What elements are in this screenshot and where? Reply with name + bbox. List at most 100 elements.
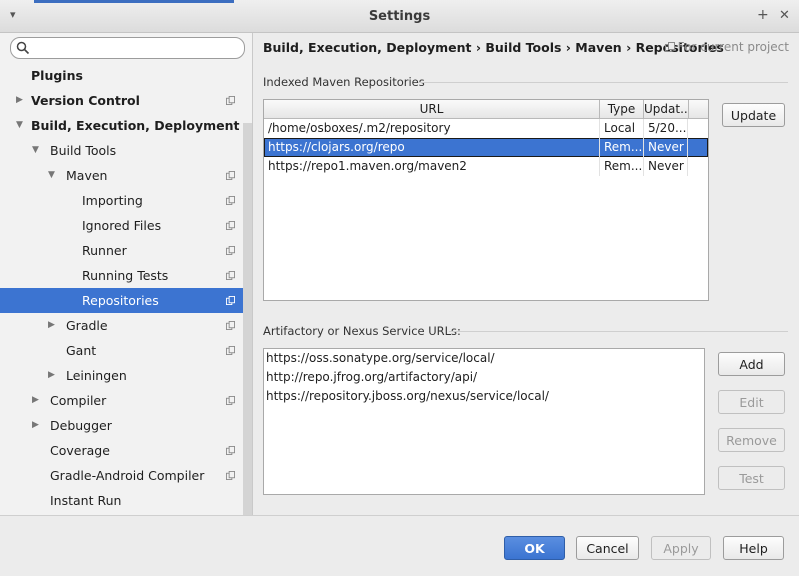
indexed-repos-heading: Indexed Maven Repositories bbox=[263, 75, 425, 89]
table-cell-type: Local bbox=[600, 119, 644, 138]
breadcrumb-separator: › bbox=[565, 40, 571, 55]
tree-item-label: Build Tools bbox=[50, 143, 117, 158]
help-button[interactable]: Help bbox=[723, 536, 784, 560]
tree-item-label: Gradle bbox=[66, 318, 108, 333]
project-scope-icon bbox=[226, 471, 235, 480]
tree-item[interactable]: Importing bbox=[0, 188, 244, 213]
tree-item-label: Ignored Files bbox=[82, 218, 162, 233]
tree-item-label: Debugger bbox=[50, 418, 112, 433]
apply-button[interactable]: Apply bbox=[651, 536, 711, 560]
sidebar-scrollbar[interactable] bbox=[243, 123, 252, 515]
column-header-updated[interactable]: Updat... bbox=[644, 100, 689, 118]
tree-item[interactable]: Runner bbox=[0, 238, 244, 263]
collapse-arrow-icon[interactable]: ▶ bbox=[32, 388, 39, 413]
tree-item-label: Gradle-Android Compiler bbox=[50, 468, 205, 483]
search-input[interactable] bbox=[10, 37, 245, 59]
tree-item[interactable]: ▼ Build, Execution, Deployment bbox=[0, 113, 244, 138]
column-header-url[interactable]: URL bbox=[264, 100, 600, 118]
section-divider bbox=[449, 331, 788, 332]
tree-item[interactable]: Gradle-Android Compiler bbox=[0, 463, 244, 488]
table-cell-url: https://clojars.org/repo bbox=[264, 138, 600, 157]
title-accent-strip bbox=[34, 0, 234, 3]
breadcrumb-item: Build, Execution, Deployment bbox=[263, 40, 472, 55]
tree-item-label: Leiningen bbox=[66, 368, 127, 383]
project-scope-icon bbox=[226, 271, 235, 280]
search-icon bbox=[16, 41, 30, 55]
tree-item-label: Compiler bbox=[50, 393, 107, 408]
tree-item[interactable]: ▶ Debugger bbox=[0, 413, 244, 438]
list-item[interactable]: http://repo.jfrog.org/artifactory/api/ bbox=[266, 368, 477, 387]
tree-item-label: Importing bbox=[82, 193, 143, 208]
tree-item[interactable]: ▼ Build Tools bbox=[0, 138, 244, 163]
tree-item[interactable]: ▶ Version Control bbox=[0, 88, 244, 113]
remove-button[interactable]: Remove bbox=[718, 428, 785, 452]
add-button[interactable]: Add bbox=[718, 352, 785, 376]
project-scope-icon bbox=[226, 446, 235, 455]
tree-item-label: Build, Execution, Deployment bbox=[31, 118, 240, 133]
tree-item-label: Version Control bbox=[31, 93, 140, 108]
tree-item[interactable]: ▼ Maven bbox=[0, 163, 244, 188]
project-scope-icon bbox=[226, 296, 235, 305]
scope-indicator: For current project bbox=[664, 40, 789, 54]
table-header: URL Type Updat... bbox=[264, 100, 708, 119]
tree-item[interactable]: Running Tests bbox=[0, 263, 244, 288]
collapse-arrow-icon[interactable]: ▶ bbox=[32, 413, 39, 438]
column-header-type[interactable]: Type bbox=[600, 100, 644, 118]
tree-item[interactable]: ▶ Gradle bbox=[0, 313, 244, 338]
table-cell-type: Rem... bbox=[600, 138, 644, 157]
tree-item[interactable]: Instant Run bbox=[0, 488, 244, 513]
tree-item[interactable]: ▶ Compiler bbox=[0, 388, 244, 413]
project-scope-icon bbox=[664, 42, 675, 52]
tree-item[interactable]: Coverage bbox=[0, 438, 244, 463]
tree-item-label: Plugins bbox=[31, 68, 83, 83]
table-cell-url: /home/osboxes/.m2/repository bbox=[264, 119, 600, 138]
table-cell-url: https://repo1.maven.org/maven2 bbox=[264, 157, 600, 176]
tree-item-label: Running Tests bbox=[82, 268, 169, 283]
tree-item[interactable]: Repositories bbox=[0, 288, 244, 313]
service-url-list: https://oss.sonatype.org/service/local/ … bbox=[263, 348, 705, 495]
tree-item-label: Instant Run bbox=[50, 493, 122, 508]
section-divider bbox=[418, 82, 788, 83]
update-button[interactable]: Update bbox=[722, 103, 785, 127]
edit-button[interactable]: Edit bbox=[718, 390, 785, 414]
cancel-button[interactable]: Cancel bbox=[576, 536, 639, 560]
table-cell-updated: Never bbox=[644, 138, 688, 157]
list-item[interactable]: https://oss.sonatype.org/service/local/ bbox=[266, 349, 495, 368]
tree-item[interactable]: ▶ Leiningen bbox=[0, 363, 244, 388]
expand-arrow-icon[interactable]: ▼ bbox=[16, 113, 23, 138]
expand-arrow-icon[interactable]: ▼ bbox=[48, 163, 55, 188]
pin-icon[interactable]: + bbox=[757, 7, 769, 23]
tree-item-label: Coverage bbox=[50, 443, 110, 458]
test-button[interactable]: Test bbox=[718, 466, 785, 490]
table-cell-type: Rem... bbox=[600, 157, 644, 176]
indexed-repos-table: URL Type Updat... /home/osboxes/.m2/repo… bbox=[263, 99, 709, 301]
project-scope-icon bbox=[226, 396, 235, 405]
project-scope-icon bbox=[226, 171, 235, 180]
artifactory-heading: Artifactory or Nexus Service URLs: bbox=[263, 324, 461, 338]
collapse-arrow-icon[interactable]: ▶ bbox=[16, 88, 23, 113]
tree-item-label: Gant bbox=[66, 343, 97, 358]
project-scope-icon bbox=[226, 196, 235, 205]
breadcrumb-item: Build Tools bbox=[485, 40, 562, 55]
breadcrumb-item: Maven bbox=[575, 40, 622, 55]
table-row[interactable]: /home/osboxes/.m2/repository Local 5/20... bbox=[264, 119, 708, 138]
settings-sidebar: Plugins ▶ Version Control ▼ Build, Execution… bbox=[0, 33, 253, 515]
tree-item[interactable]: Plugins bbox=[0, 63, 244, 88]
project-scope-icon bbox=[226, 346, 235, 355]
table-row[interactable]: https://clojars.org/repo Rem... Never bbox=[264, 138, 708, 157]
close-icon[interactable]: ✕ bbox=[779, 8, 790, 23]
tree-item[interactable]: Ignored Files bbox=[0, 213, 244, 238]
project-scope-icon bbox=[226, 321, 235, 330]
collapse-arrow-icon[interactable]: ▶ bbox=[48, 363, 55, 388]
collapse-arrow-icon[interactable]: ▶ bbox=[48, 313, 55, 338]
tree-item-label: Runner bbox=[82, 243, 127, 258]
list-item[interactable]: https://repository.jboss.org/nexus/servi… bbox=[266, 387, 549, 406]
breadcrumb: Build, Execution, Deployment › Build Too… bbox=[263, 40, 724, 55]
ok-button[interactable]: OK bbox=[504, 536, 565, 560]
tree-item[interactable]: Gant bbox=[0, 338, 244, 363]
expand-arrow-icon[interactable]: ▼ bbox=[32, 138, 39, 163]
project-scope-icon bbox=[226, 221, 235, 230]
table-row[interactable]: https://repo1.maven.org/maven2 Rem... Neve… bbox=[264, 157, 708, 176]
title-bar: ▾ Settings + ✕ bbox=[0, 0, 799, 33]
table-cell-updated: 5/20... bbox=[644, 119, 688, 138]
